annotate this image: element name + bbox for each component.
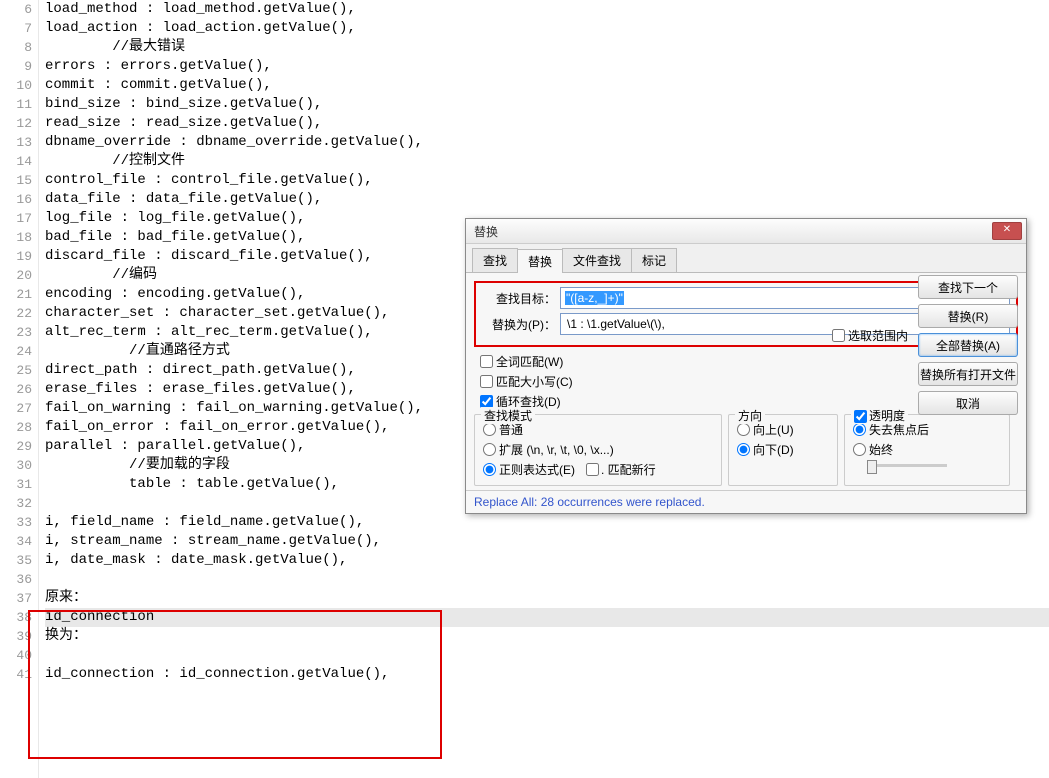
line-number: 15 xyxy=(0,171,32,190)
code-line[interactable]: //最大错误 xyxy=(45,38,1049,57)
line-number: 9 xyxy=(0,57,32,76)
direction-down-radio[interactable]: 向下(D) xyxy=(737,441,829,458)
code-line[interactable]: load_action : load_action.getValue(), xyxy=(45,19,1049,38)
code-line[interactable]: 换为： xyxy=(45,627,1049,646)
line-number: 25 xyxy=(0,361,32,380)
code-line[interactable]: i, field_name : field_name.getValue(), xyxy=(45,513,1049,532)
line-number: 13 xyxy=(0,133,32,152)
line-number: 12 xyxy=(0,114,32,133)
in-selection-checkbox[interactable]: 选取范围内 xyxy=(832,327,908,344)
line-number-gutter: 6789101112131415161718192021222324252627… xyxy=(0,0,39,778)
line-number: 31 xyxy=(0,475,32,494)
line-number: 39 xyxy=(0,627,32,646)
line-number: 20 xyxy=(0,266,32,285)
line-number: 32 xyxy=(0,494,32,513)
cancel-button[interactable]: 取消 xyxy=(918,391,1018,415)
line-number: 23 xyxy=(0,323,32,342)
dialog-title: 替换 xyxy=(474,223,992,240)
code-line[interactable]: errors : errors.getValue(), xyxy=(45,57,1049,76)
line-number: 6 xyxy=(0,0,32,19)
line-number: 34 xyxy=(0,532,32,551)
code-line[interactable]: load_method : load_method.getValue(), xyxy=(45,0,1049,19)
line-number: 21 xyxy=(0,285,32,304)
line-number: 14 xyxy=(0,152,32,171)
mode-regex-radio[interactable]: 正则表达式(E) . 匹配新行 xyxy=(483,461,713,478)
line-number: 8 xyxy=(0,38,32,57)
replace-button[interactable]: 替换(R) xyxy=(918,304,1018,328)
code-line[interactable]: id_connection : id_connection.getValue()… xyxy=(45,665,1049,684)
line-number: 7 xyxy=(0,19,32,38)
code-line[interactable]: bind_size : bind_size.getValue(), xyxy=(45,95,1049,114)
code-line[interactable] xyxy=(45,570,1049,589)
line-number: 24 xyxy=(0,342,32,361)
transparency-always-radio[interactable]: 始终 xyxy=(853,441,1001,458)
line-number: 28 xyxy=(0,418,32,437)
option-groups: 查找模式 普通 扩展 (\n, \r, \t, \0, \x...) 正则表达式… xyxy=(474,414,1018,486)
line-number: 17 xyxy=(0,209,32,228)
code-line[interactable]: dbname_override : dbname_override.getVal… xyxy=(45,133,1049,152)
transparency-slider[interactable] xyxy=(867,464,947,467)
code-line[interactable]: data_file : data_file.getValue(), xyxy=(45,190,1049,209)
code-line[interactable]: read_size : read_size.getValue(), xyxy=(45,114,1049,133)
line-number: 11 xyxy=(0,95,32,114)
line-number: 22 xyxy=(0,304,32,323)
line-number: 40 xyxy=(0,646,32,665)
line-number: 26 xyxy=(0,380,32,399)
line-number: 18 xyxy=(0,228,32,247)
dialog-titlebar[interactable]: 替换 ✕ xyxy=(466,219,1026,244)
line-number: 41 xyxy=(0,665,32,684)
code-line[interactable]: //控制文件 xyxy=(45,152,1049,171)
find-next-button[interactable]: 查找下一个 xyxy=(918,275,1018,299)
transparency-group: 透明度 失去焦点后 始终 xyxy=(844,414,1010,486)
code-line[interactable]: 原来： xyxy=(45,589,1049,608)
transparency-checkbox[interactable] xyxy=(854,410,867,423)
line-number: 35 xyxy=(0,551,32,570)
line-number: 33 xyxy=(0,513,32,532)
line-number: 29 xyxy=(0,437,32,456)
code-line[interactable]: control_file : control_file.getValue(), xyxy=(45,171,1049,190)
line-number: 38 xyxy=(0,608,32,627)
code-line[interactable] xyxy=(45,646,1049,665)
dot-newline-checkbox[interactable]: . 匹配新行 xyxy=(586,461,656,478)
dialog-tabs: 查找替换文件查找标记 xyxy=(466,244,1026,273)
line-number: 30 xyxy=(0,456,32,475)
line-number: 19 xyxy=(0,247,32,266)
mode-extended-radio[interactable]: 扩展 (\n, \r, \t, \0, \x...) xyxy=(483,441,713,458)
code-line[interactable]: commit : commit.getValue(), xyxy=(45,76,1049,95)
replace-label: 替换为(P)： xyxy=(482,316,556,333)
code-line[interactable]: i, stream_name : stream_name.getValue(), xyxy=(45,532,1049,551)
tab-3[interactable]: 标记 xyxy=(631,248,677,272)
replace-dialog: 替换 ✕ 查找替换文件查找标记 查找目标： "([a-z,_]+)" 替换为(P… xyxy=(465,218,1027,514)
search-mode-group: 查找模式 普通 扩展 (\n, \r, \t, \0, \x...) 正则表达式… xyxy=(474,414,722,486)
line-number: 36 xyxy=(0,570,32,589)
slider-thumb[interactable] xyxy=(867,460,877,474)
code-line[interactable]: id_connection xyxy=(45,608,1049,627)
find-input-value: "([a-z,_]+)" xyxy=(565,291,624,305)
replace-all-button[interactable]: 全部替换(A) xyxy=(918,333,1018,357)
direction-group: 方向 向上(U) 向下(D) xyxy=(728,414,838,486)
tab-0[interactable]: 查找 xyxy=(472,248,518,272)
line-number: 16 xyxy=(0,190,32,209)
line-number: 10 xyxy=(0,76,32,95)
code-line[interactable]: i, date_mask : date_mask.getValue(), xyxy=(45,551,1049,570)
tab-2[interactable]: 文件查找 xyxy=(562,248,632,272)
dialog-status: Replace All: 28 occurrences were replace… xyxy=(466,490,1026,513)
find-label: 查找目标： xyxy=(482,290,556,307)
dialog-buttons: 查找下一个 替换(R) 全部替换(A) 替换所有打开文件 取消 xyxy=(918,275,1018,415)
line-number: 27 xyxy=(0,399,32,418)
close-icon[interactable]: ✕ xyxy=(992,222,1022,240)
tab-1[interactable]: 替换 xyxy=(517,249,563,273)
replace-all-open-button[interactable]: 替换所有打开文件 xyxy=(918,362,1018,386)
line-number: 37 xyxy=(0,589,32,608)
